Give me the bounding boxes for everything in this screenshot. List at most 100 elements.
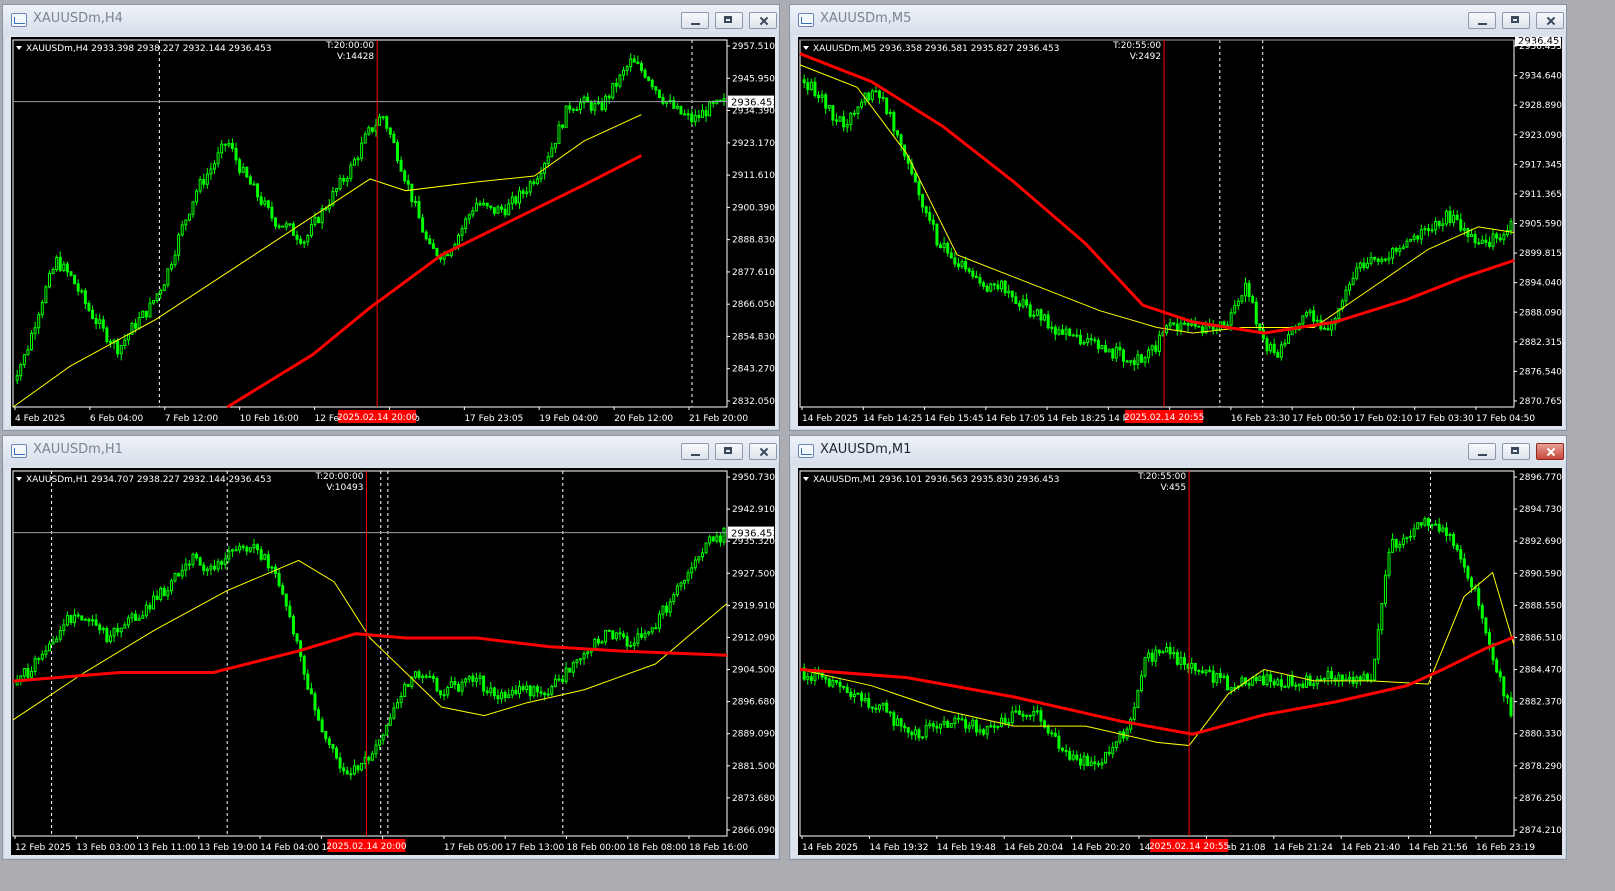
candle-body (1304, 675, 1308, 688)
candle-body (553, 678, 557, 687)
candle-body (1050, 732, 1054, 735)
maximize-button[interactable] (715, 443, 743, 460)
candle-body (575, 109, 579, 112)
candle-body (507, 203, 511, 216)
candle-body (1111, 746, 1115, 755)
candle-body (1419, 522, 1423, 526)
y-tick-label: 2934.640 (1519, 72, 1562, 82)
candle-body (1157, 649, 1161, 654)
candle-body (1466, 566, 1470, 579)
candle-body (1358, 262, 1362, 269)
candle-body (1143, 357, 1147, 363)
candle-body (44, 286, 48, 304)
candle-body (996, 725, 1000, 728)
price-chart[interactable]: 2936.453 T:20:55:00 V:2492 XAUUSDm,M5 2936.… (798, 37, 1562, 426)
candle-body (180, 569, 184, 577)
chart-canvas: T:20:55:00V:455 XAUUSDm,M1 2936.101 2936.… (799, 470, 1562, 853)
candle-body (126, 617, 130, 626)
maximize-button[interactable] (1502, 12, 1530, 29)
candle-body (1211, 670, 1215, 683)
candle-body (302, 655, 306, 675)
window-titlebar[interactable]: XAUUSDm,H4 (3, 5, 779, 35)
candle-body (496, 206, 500, 214)
candle-body (510, 196, 514, 205)
candle-body (1272, 343, 1276, 354)
chart-canvas: 2936.453 T:20:55:00V:2492 XAUUSDm,M5 2936.… (799, 37, 1562, 424)
candle-body (1470, 234, 1474, 238)
candle-body (1434, 220, 1438, 231)
candle-body (535, 686, 539, 693)
candle-body (978, 729, 982, 733)
x-tick-label: 14 Feb 20:04 (1004, 843, 1063, 853)
chart-window-m1[interactable]: XAUUSDm,M1 T:20:55:00 V:455 XAUUSDm,M1 293… (789, 435, 1567, 860)
candle-body (817, 94, 821, 99)
chart-window-h1[interactable]: XAUUSDm,H1 2936.453 T:20:00:00 V:10493 XAUU… (2, 435, 780, 860)
candle-body (1398, 247, 1402, 252)
candle-body (668, 601, 672, 613)
candle-body (654, 627, 658, 630)
candle-body (1046, 726, 1050, 734)
candle-body (679, 105, 683, 115)
candle-body (1315, 678, 1319, 685)
close-button[interactable] (749, 443, 777, 460)
candle-body (650, 79, 654, 88)
candle-body (230, 142, 234, 149)
candle-body (1394, 538, 1398, 548)
candle-body (424, 231, 428, 240)
candle-body (989, 283, 993, 292)
minimize-button[interactable] (681, 443, 709, 460)
minimize-button[interactable] (1468, 443, 1496, 460)
candle-body (697, 556, 701, 561)
candle-body (162, 587, 166, 597)
window-titlebar[interactable]: XAUUSDm,H1 (3, 436, 779, 466)
candle-body (989, 725, 993, 728)
minimize-button[interactable] (1468, 12, 1496, 29)
candle-body (683, 113, 687, 116)
candle-body (30, 332, 34, 351)
x-tick-label: 18 Feb 16:00 (689, 843, 748, 853)
candle-body (363, 133, 367, 144)
candle-body (385, 116, 389, 129)
candle-body (1100, 345, 1104, 350)
close-button[interactable] (1536, 12, 1564, 29)
candle-body (184, 219, 188, 226)
candle-body (632, 642, 636, 646)
window-titlebar[interactable]: XAUUSDm,M5 (790, 5, 1566, 35)
candle-body (543, 692, 547, 696)
price-chart[interactable]: 2936.453 T:20:00:00 V:10493 XAUUSDm,H1 2934… (11, 468, 775, 855)
candle-body (1014, 710, 1018, 713)
candle-body (37, 314, 41, 329)
candle-body (69, 615, 73, 624)
close-button[interactable] (1536, 443, 1564, 460)
candle-body (831, 679, 835, 687)
maximize-button[interactable] (1502, 443, 1530, 460)
candle-body (1093, 761, 1097, 765)
candle-body (1139, 354, 1143, 363)
candle-body (503, 208, 507, 216)
chart-window-h4[interactable]: XAUUSDm,H4 2936.453 T:20:00:00 V:14428 XAUU… (2, 4, 780, 431)
candle-body (521, 686, 525, 691)
candle-body (1276, 352, 1280, 358)
price-chart[interactable]: T:20:55:00 V:455 XAUUSDm,M1 2936.101 2936.… (798, 468, 1562, 855)
candle-body (1398, 544, 1402, 548)
close-button[interactable] (749, 12, 777, 29)
candle-body (1369, 257, 1373, 264)
candle-body (47, 272, 51, 288)
candle-body (101, 627, 105, 631)
candle-body (895, 130, 899, 136)
minimize-button[interactable] (681, 12, 709, 29)
maximize-button[interactable] (715, 12, 743, 29)
price-chart[interactable]: 2936.453 T:20:00:00 V:14428 XAUUSDm,H4 2933… (11, 37, 775, 426)
candle-body (80, 615, 84, 621)
candle-body (722, 527, 726, 543)
candle-body (1229, 312, 1233, 326)
candle-body (956, 717, 960, 720)
candle-body (1355, 267, 1359, 279)
candle-body (1416, 522, 1420, 530)
candle-body (874, 90, 878, 93)
candle-body (474, 202, 478, 212)
x-tick-label: 6 Feb 04:00 (90, 414, 144, 424)
window-titlebar[interactable]: XAUUSDm,M1 (790, 436, 1566, 466)
chart-window-m5[interactable]: XAUUSDm,M5 2936.453 T:20:55:00 V:2492 XAUUS… (789, 4, 1567, 431)
candle-body (83, 618, 87, 621)
